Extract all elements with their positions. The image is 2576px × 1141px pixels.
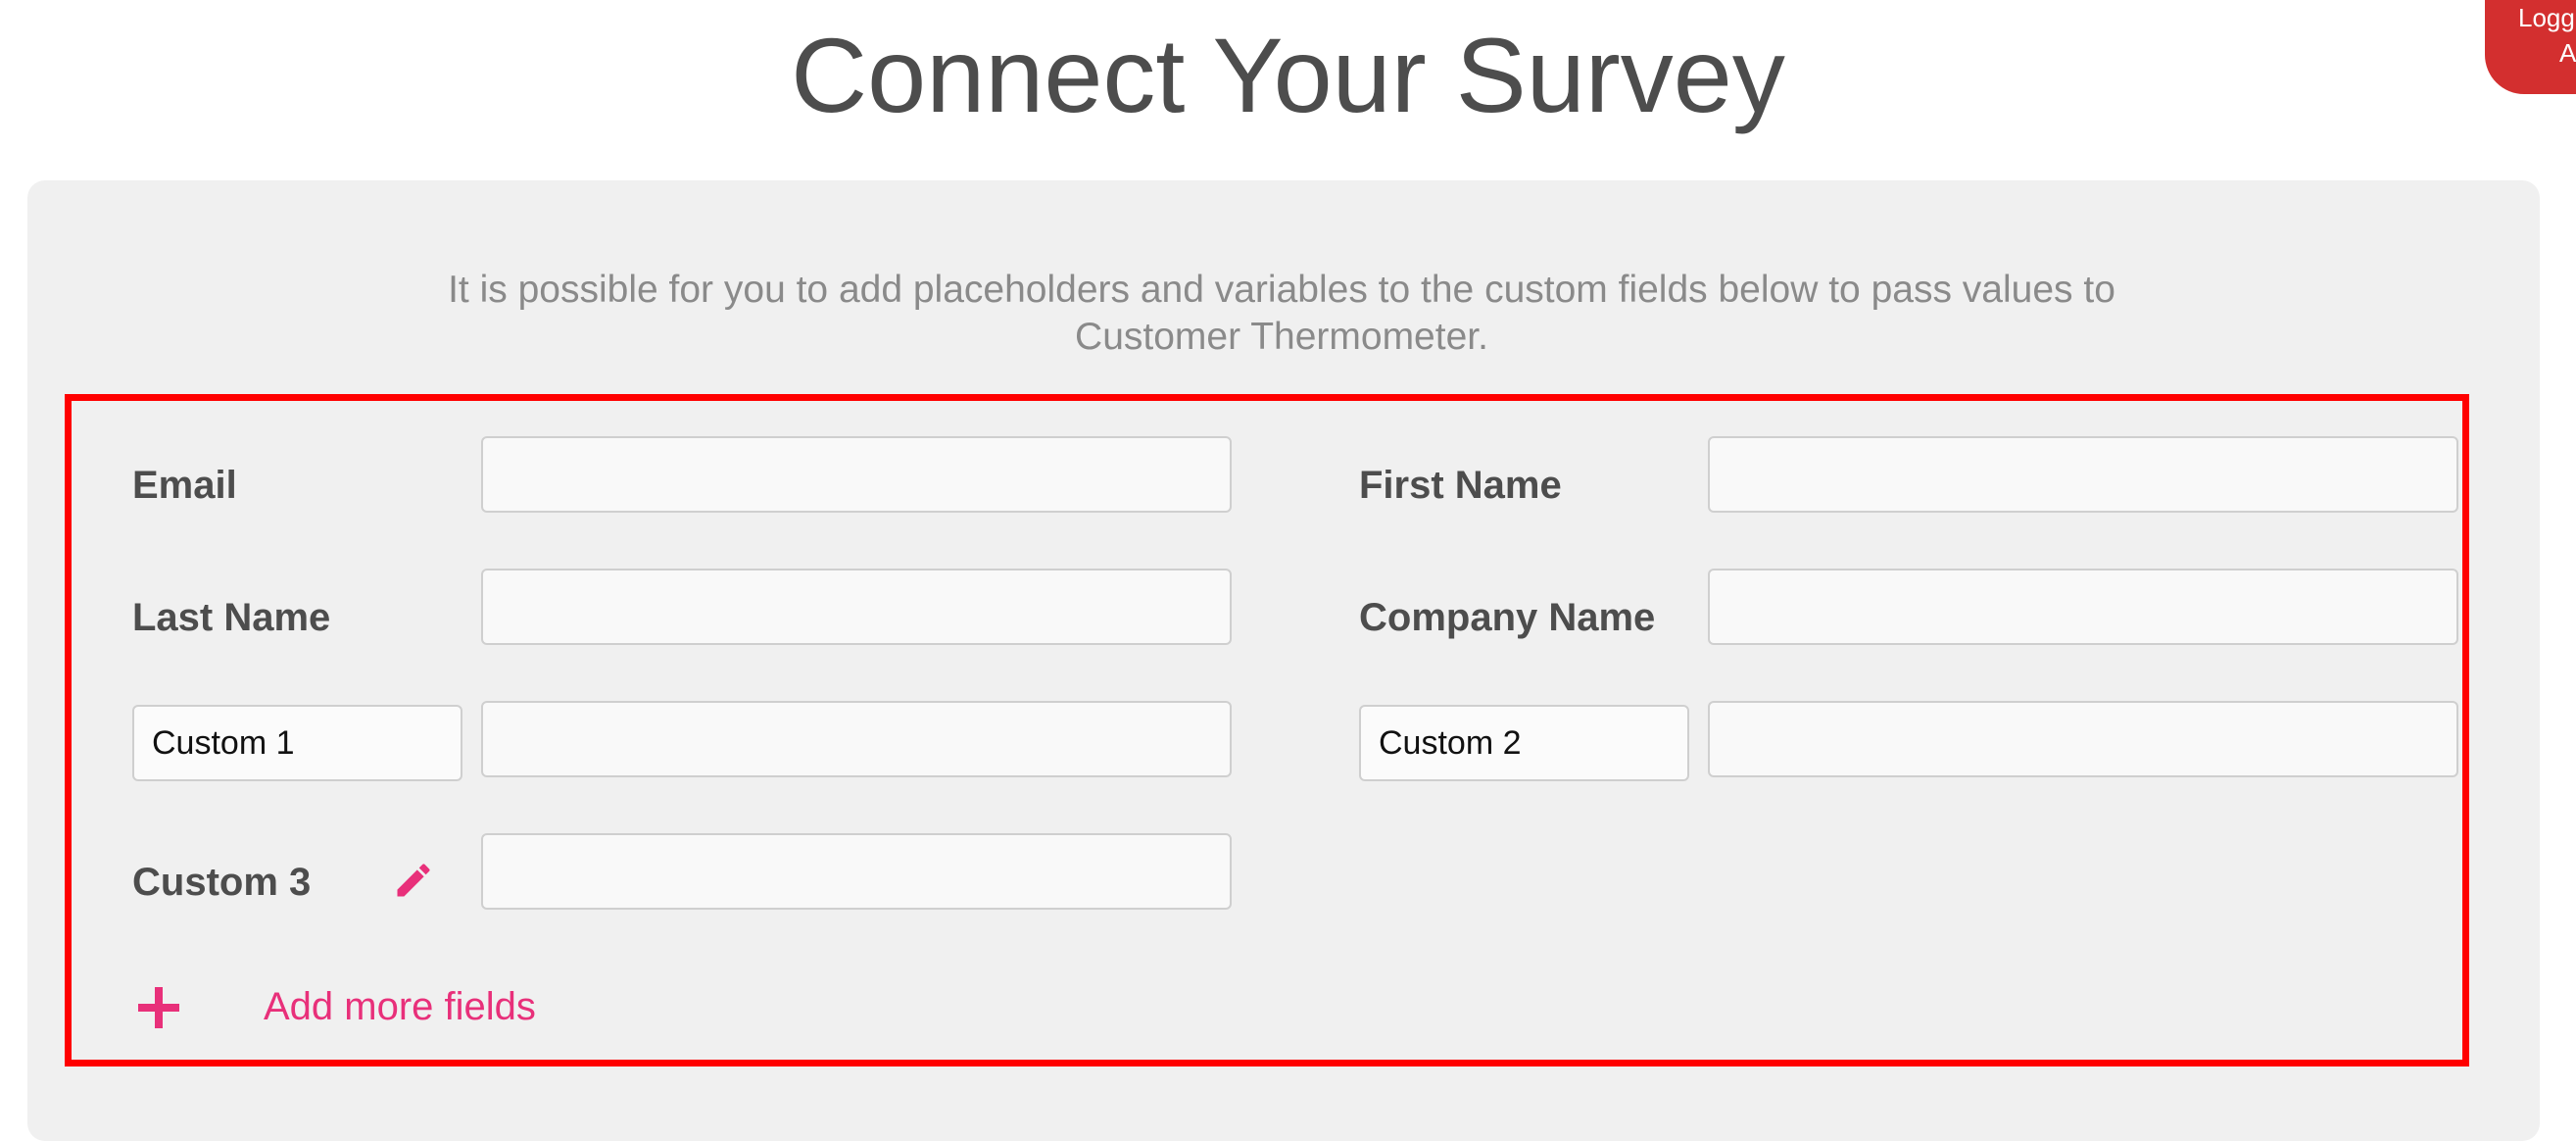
custom1-value-field[interactable] [481, 701, 1232, 777]
plus-icon [136, 985, 181, 1030]
company-name-label: Company Name [1359, 596, 1656, 639]
last-name-field[interactable] [481, 569, 1232, 645]
add-more-fields-label: Add more fields [264, 985, 536, 1028]
account-badge[interactable]: Logged A [2485, 0, 2576, 94]
intro-text: It is possible for you to add placeholde… [448, 269, 2115, 358]
custom1-name-field[interactable] [132, 705, 462, 781]
custom3-value-field[interactable] [481, 833, 1232, 910]
custom3-label: Custom 3 [132, 861, 312, 904]
first-name-field[interactable] [1708, 436, 2458, 513]
company-name-field[interactable] [1708, 569, 2458, 645]
custom-fields-box: Email First Name Last Name Company Name … [65, 394, 2469, 1067]
custom2-value-field[interactable] [1708, 701, 2458, 777]
first-name-label: First Name [1359, 464, 1562, 507]
survey-fields-panel: It is possible for you to add placeholde… [27, 180, 2540, 1141]
account-badge-line2: A [2559, 38, 2576, 68]
custom2-name-field[interactable] [1359, 705, 1689, 781]
last-name-label: Last Name [132, 596, 331, 639]
page-title: Connect Your Survey [791, 16, 1785, 134]
pencil-icon[interactable] [392, 859, 435, 902]
email-field[interactable] [481, 436, 1232, 513]
email-label: Email [132, 464, 237, 507]
account-badge-line1: Logged [2518, 3, 2576, 32]
